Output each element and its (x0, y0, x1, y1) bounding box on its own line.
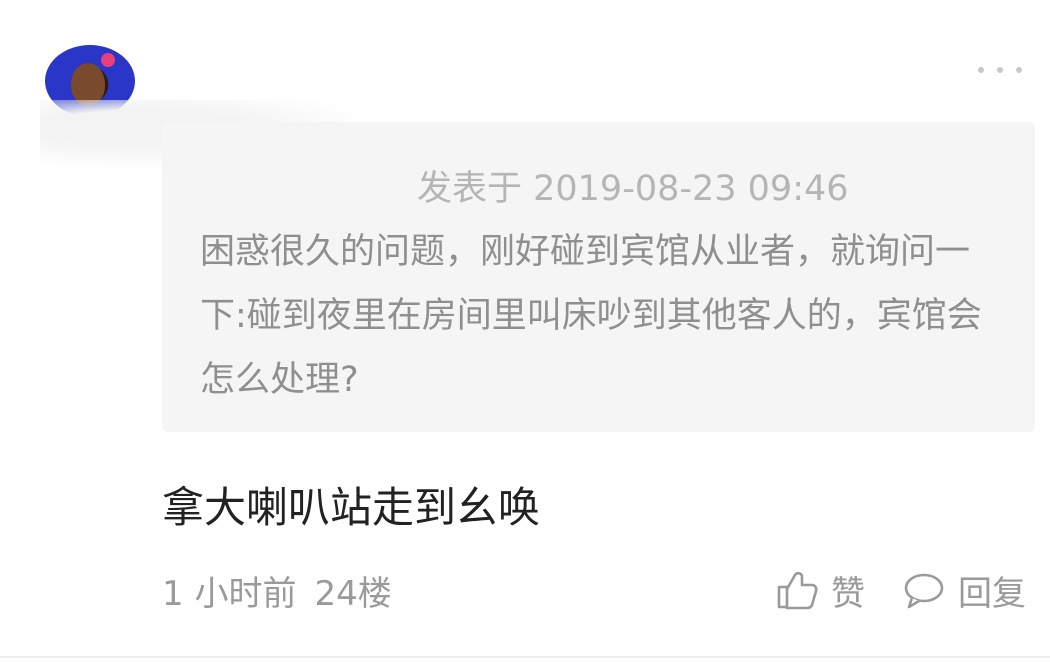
reply-button[interactable]: 回复 (902, 566, 1026, 614)
quote-posted-at: 发表于 2019-08-23 09:46 (417, 169, 849, 209)
floor-number: 24楼 (314, 574, 392, 614)
reply-text: 拿大喇叭站走到幺唤 (162, 483, 541, 532)
time-ago: 1 小时前 (162, 574, 297, 614)
quoted-post[interactable]: 发表于 2019-08-23 09:46 困惑很久的问题，刚好碰到宾馆从业者，就… (162, 122, 1035, 432)
more-options-button[interactable] (978, 60, 1022, 80)
more-dots-icon (1016, 67, 1022, 73)
like-label: 赞 (831, 573, 865, 614)
avatar-face (71, 63, 105, 105)
speech-bubble-icon (904, 573, 944, 609)
comment-meta: 1 小时前 24楼 (162, 566, 392, 615)
avatar-flower (101, 53, 115, 67)
quote-text: 困惑很久的问题，刚好碰到宾馆从业者，就询问一下:碰到夜里在房间里叫床吵到其他客人… (200, 232, 982, 400)
more-dots-icon (997, 67, 1003, 73)
like-button[interactable]: 赞 (773, 566, 865, 614)
thumbs-up-icon (777, 571, 818, 610)
reply-label: 回复 (958, 573, 1026, 614)
more-dots-icon (978, 67, 984, 73)
divider (0, 656, 1050, 658)
